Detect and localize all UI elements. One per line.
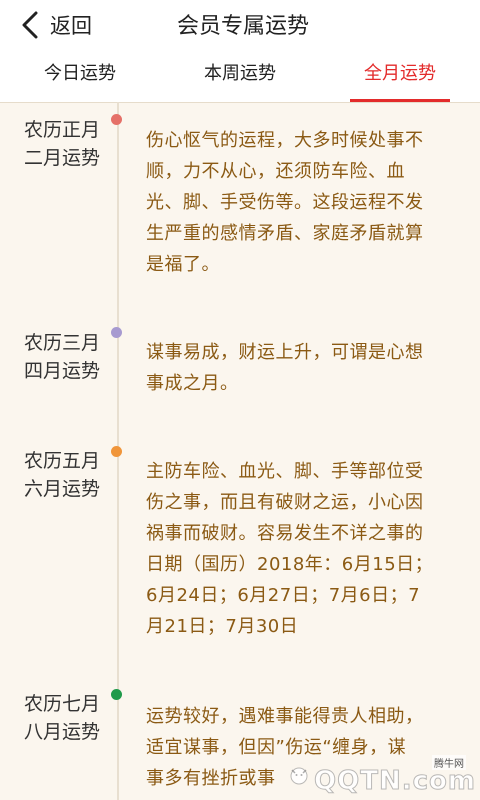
- month-line1: 农历七月: [24, 693, 101, 715]
- tab-full-month-label: 全月运势: [364, 63, 436, 84]
- fortune-line: 运势较好，遇难事能得贵人相助，: [146, 706, 424, 727]
- fortune-line: 日期（国历）2018年：6月15日；: [146, 554, 434, 575]
- cow-logo-icon: [288, 764, 314, 796]
- timeline-fortune-text: 伤心怄气的运程，大多时候处事不 顺，力不从心，还须防车险、血 光、脚、手受伤等。…: [146, 125, 446, 280]
- watermark-logo-text: QQTN.com: [314, 766, 476, 797]
- fortune-line: 光、脚、手受伤等。这段运程不发: [146, 192, 424, 213]
- timeline-month-label: 农历五月 六月运势: [24, 447, 114, 503]
- tab-this-week[interactable]: 本周运势: [180, 50, 300, 102]
- fortune-line: 顺，力不从心，还须防车险、血: [146, 161, 405, 182]
- month-line1: 农历正月: [24, 119, 101, 141]
- tab-full-month[interactable]: 全月运势: [350, 50, 450, 102]
- timeline-fortune-text: 主防车险、血光、脚、手等部位受 伤之事，而且有破财之运，小心因 祸事而破财。容易…: [146, 456, 446, 642]
- fortune-line: 事成之月。: [146, 373, 239, 394]
- tab-bar: 今日运势 本周运势 全月运势: [0, 50, 480, 103]
- month-line2: 四月运势: [24, 360, 101, 382]
- fortune-line: 是福了。: [146, 254, 220, 275]
- timeline-fortune-text: 谋事易成，财运上升，可谓是心想 事成之月。: [146, 337, 446, 399]
- month-line2: 八月运势: [24, 721, 101, 743]
- fortune-line: 伤心怄气的运程，大多时候处事不: [146, 130, 424, 151]
- fortune-line: 主防车险、血光、脚、手等部位受: [146, 461, 424, 482]
- tab-today[interactable]: 今日运势: [20, 50, 140, 102]
- header-bar: 返回 会员专属运势: [0, 0, 480, 50]
- fortune-line: 6月24日；6月27日；7月6日；7: [146, 585, 421, 606]
- month-line1: 农历五月: [24, 450, 101, 472]
- fortune-line: 适宜谋事，但因”伤运“缠身，谋: [146, 737, 407, 758]
- timeline-month-label: 农历七月 八月运势: [24, 690, 114, 746]
- watermark: QQTN.com: [288, 764, 476, 797]
- fortune-line: 生严重的感情矛盾、家庭矛盾就算: [146, 223, 424, 244]
- fortune-line: 伤之事，而且有破财之运，小心因: [146, 492, 424, 513]
- timeline-month-label: 农历正月 二月运势: [24, 116, 114, 172]
- active-tab-indicator: [350, 99, 450, 102]
- page-title: 会员专属运势: [176, 14, 309, 39]
- fortune-line: 谋事易成，财运上升，可谓是心想: [146, 342, 424, 363]
- fortune-line: 月21日；7月30日: [146, 616, 299, 637]
- timeline-month-label: 农历三月 四月运势: [24, 329, 114, 385]
- month-line2: 二月运势: [24, 147, 101, 169]
- fortune-line: 祸事而破财。容易发生不详之事的: [146, 523, 424, 544]
- month-line1: 农历三月: [24, 332, 101, 354]
- month-line2: 六月运势: [24, 478, 101, 500]
